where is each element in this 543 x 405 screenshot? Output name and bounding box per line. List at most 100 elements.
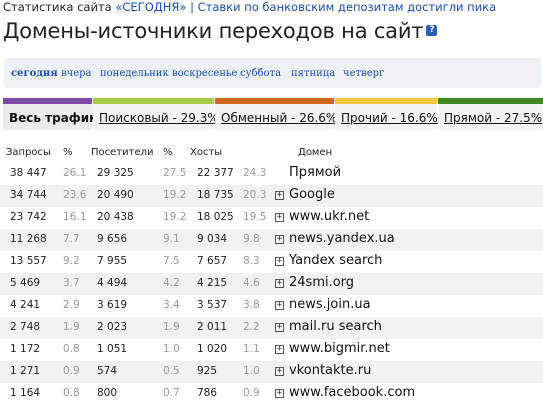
table-row: 1 164 0.8 800 0.7 786 0.9 + www.facebook.com	[0, 383, 543, 405]
expand-plus-icon[interactable]: +	[275, 323, 284, 332]
cell-hosts: 786	[197, 387, 218, 399]
cell-requests: 38 447	[10, 167, 47, 179]
expand-plus-icon[interactable]: +	[275, 389, 284, 398]
cell-visitors-pct: 27.5	[163, 167, 187, 179]
header-hosts[interactable]: Хосты	[190, 147, 222, 158]
cell-visitors: 3 619	[97, 299, 128, 311]
cell-requests: 34 744	[10, 189, 47, 201]
table-row: 2 748 1.9 2 023 1.9 2 011 2.2 + mail.ru search	[0, 317, 543, 339]
period-thursday[interactable]: четверг	[343, 68, 384, 79]
cell-hosts: 18 735	[197, 189, 234, 201]
cell-requests: 4 241	[10, 299, 41, 311]
expand-plus-icon[interactable]: +	[275, 301, 284, 310]
cell-visitors: 9 656	[97, 233, 128, 245]
cell-domain[interactable]: news.yandex.ua	[289, 231, 395, 246]
table-row: 38 447 26.1 29 325 27.5 22 377 24.3 Прямой	[0, 163, 543, 185]
tab-direct-label: Прямой - 27.5%	[444, 111, 543, 125]
expand-plus-icon[interactable]: +	[275, 235, 284, 244]
period-link[interactable]: «СЕГОДНЯ»	[115, 0, 186, 14]
cell-requests-pct: 0.9	[63, 365, 80, 377]
breadcrumb: Статистика сайта «СЕГОДНЯ» | Ставки по б…	[3, 0, 496, 14]
cell-visitors: 29 325	[97, 167, 134, 179]
cell-requests: 1 172	[10, 343, 41, 355]
cell-visitors: 20 438	[97, 211, 134, 223]
period-yesterday[interactable]: вчера	[61, 68, 92, 79]
cell-visitors: 1 051	[97, 343, 128, 355]
header-requests[interactable]: Запросы	[6, 147, 51, 158]
cell-requests: 1 164	[10, 387, 41, 399]
expand-plus-icon[interactable]: +	[275, 345, 284, 354]
table-row: 1 271 0.9 574 0.5 925 1.0 + vkontakte.ru	[0, 361, 543, 383]
cell-domain[interactable]: 24smi.org	[289, 275, 354, 290]
table-row: 13 557 9.2 7 955 7.5 7 657 8.3 + Yandex search	[0, 251, 543, 273]
period-monday[interactable]: понедельник	[100, 68, 169, 79]
traffic-source-tabs: Весь трафик Поисковый - 29.3% Обменный -…	[3, 98, 543, 130]
cell-domain[interactable]: Google	[289, 187, 335, 202]
cell-requests-pct: 0.8	[63, 387, 80, 399]
cell-hosts-pct: 2.2	[243, 321, 260, 333]
help-icon[interactable]: ?	[426, 24, 438, 36]
cell-domain[interactable]: news.join.ua	[289, 297, 371, 312]
cell-hosts-pct: 20.3	[243, 189, 267, 201]
cell-domain[interactable]: www.ukr.net	[289, 209, 369, 224]
tab-search[interactable]: Поисковый - 29.3%	[93, 98, 219, 130]
expand-plus-icon[interactable]: +	[275, 191, 284, 200]
cell-requests: 11 268	[10, 233, 47, 245]
breadcrumb-prefix: Статистика сайта	[3, 0, 112, 14]
expand-plus-icon[interactable]: +	[275, 257, 284, 266]
cell-requests-pct: 0.8	[63, 343, 80, 355]
cell-hosts: 18 025	[197, 211, 234, 223]
header-visitors-pct: %	[163, 147, 173, 158]
cell-requests-pct: 2.9	[63, 299, 80, 311]
table-row: 4 241 2.9 3 619 3.4 3 537 3.8 + news.join.ua	[0, 295, 543, 317]
cell-visitors: 800	[97, 387, 118, 399]
tab-other[interactable]: Прочий - 16.6%	[335, 98, 438, 130]
table-row: 23 742 16.1 20 438 19.2 18 025 19.5 + www.ukr.n…	[0, 207, 543, 229]
cell-requests: 5 469	[10, 277, 41, 289]
news-link[interactable]: Ставки по банковским депозитам достигли …	[198, 0, 497, 14]
cell-visitors-pct: 0.5	[163, 365, 180, 377]
cell-visitors-pct: 19.2	[163, 189, 187, 201]
tab-direct[interactable]: Прямой - 27.5%	[438, 98, 543, 130]
cell-visitors-pct: 19.2	[163, 211, 187, 223]
cell-visitors-pct: 0.7	[163, 387, 180, 399]
cell-hosts-pct: 24.3	[243, 167, 267, 179]
cell-domain[interactable]: www.bigmir.net	[289, 341, 390, 356]
expand-plus-icon[interactable]: +	[275, 213, 284, 222]
header-requests-pct: %	[63, 147, 73, 158]
expand-plus-icon[interactable]: +	[275, 279, 284, 288]
cell-hosts: 4 215	[197, 277, 228, 289]
tab-other-label: Прочий - 16.6%	[341, 111, 438, 125]
cell-visitors: 574	[97, 365, 118, 377]
header-domain[interactable]: Домен	[298, 147, 332, 158]
expand-plus-icon[interactable]: +	[275, 367, 284, 376]
cell-hosts: 1 020	[197, 343, 228, 355]
cell-visitors: 4 494	[97, 277, 128, 289]
cell-domain: Прямой	[289, 165, 342, 180]
cell-visitors: 20 490	[97, 189, 134, 201]
cell-domain[interactable]: vkontakte.ru	[289, 363, 371, 378]
period-selector: сегодня вчера понедельник воскресенье су…	[4, 58, 541, 88]
cell-domain[interactable]: Yandex search	[289, 253, 382, 268]
header-visitors[interactable]: Посетители	[91, 147, 153, 158]
cell-hosts: 3 537	[197, 299, 228, 311]
period-saturday[interactable]: суббота	[240, 68, 281, 79]
period-friday[interactable]: пятница	[291, 68, 335, 79]
tab-exchange-label: Обменный - 26.6%	[221, 111, 338, 125]
cell-requests-pct: 1.9	[63, 321, 80, 333]
cell-domain[interactable]: www.facebook.com	[289, 385, 415, 400]
cell-hosts-pct: 3.8	[243, 299, 260, 311]
period-today[interactable]: сегодня	[11, 68, 58, 79]
cell-hosts-pct: 19.5	[243, 211, 267, 223]
cell-visitors: 7 955	[97, 255, 128, 267]
table-row: 5 469 3.7 4 494 4.2 4 215 4.6 +24smi.org	[0, 273, 543, 295]
cell-visitors-pct: 4.2	[163, 277, 180, 289]
tab-all-traffic[interactable]: Весь трафик	[3, 98, 97, 130]
cell-requests-pct: 9.2	[63, 255, 80, 267]
tab-exchange[interactable]: Обменный - 26.6%	[215, 98, 338, 130]
cell-domain[interactable]: mail.ru search	[289, 319, 382, 334]
period-sunday[interactable]: воскресенье	[172, 68, 237, 79]
page-title: Домены-источники переходов на сайт	[3, 19, 424, 43]
cell-requests-pct: 3.7	[63, 277, 80, 289]
breadcrumb-separator: |	[190, 0, 194, 14]
